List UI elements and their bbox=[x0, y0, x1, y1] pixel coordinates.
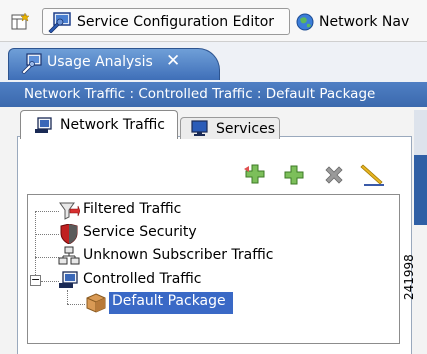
tree-connector bbox=[67, 290, 68, 304]
open-perspective-icon[interactable] bbox=[11, 12, 31, 35]
edit-button[interactable] bbox=[360, 163, 386, 187]
edit-icon bbox=[360, 164, 384, 186]
tree-node-default-package[interactable]: Default Package bbox=[85, 292, 235, 314]
tree-connector bbox=[35, 211, 59, 212]
monitor-icon bbox=[190, 120, 210, 142]
tree-node-service-security[interactable]: Service Security bbox=[58, 223, 218, 245]
tree-node-controlled-traffic[interactable]: Controlled Traffic bbox=[58, 270, 218, 292]
perspective-label: Service Configuration Editor bbox=[77, 13, 275, 30]
collapse-icon: − bbox=[31, 273, 41, 286]
subscriber-network-icon bbox=[58, 246, 80, 265]
tree-connector bbox=[41, 281, 59, 282]
tree-node-label: Filtered Traffic bbox=[83, 201, 182, 217]
tab-network-traffic[interactable]: Network Traffic bbox=[20, 110, 178, 139]
tree-expander-controlled-traffic[interactable]: − bbox=[30, 273, 41, 286]
add-icon bbox=[284, 165, 304, 185]
tree-node-filtered-traffic[interactable]: Filtered Traffic bbox=[58, 200, 218, 222]
figure-id-watermark: 241998 bbox=[402, 254, 416, 300]
tab-services[interactable]: Services bbox=[180, 117, 280, 139]
globe-icon bbox=[295, 12, 315, 32]
tree-node-label: Service Security bbox=[83, 224, 197, 240]
shield-icon bbox=[60, 224, 78, 244]
editor-tab-label: Usage Analysis bbox=[47, 54, 153, 70]
breadcrumb: Network Traffic : Controlled Traffic : D… bbox=[0, 82, 427, 107]
close-icon[interactable]: ✕ bbox=[166, 51, 180, 71]
tab-label: Services bbox=[216, 121, 276, 137]
side-panel-scroll[interactable] bbox=[414, 155, 427, 225]
tab-label: Network Traffic bbox=[60, 117, 165, 133]
tree-node-unknown-subscriber-traffic[interactable]: Unknown Subscriber Traffic bbox=[58, 246, 288, 268]
tree-node-label: Default Package bbox=[112, 293, 226, 309]
delete-button[interactable] bbox=[323, 165, 345, 187]
add-child-icon bbox=[244, 164, 265, 184]
tree-connector bbox=[35, 211, 36, 281]
package-icon bbox=[86, 293, 106, 313]
usage-analysis-icon bbox=[21, 52, 43, 78]
tree-connector bbox=[35, 257, 59, 258]
network-traffic-icon bbox=[34, 117, 54, 139]
tree-node-label: Controlled Traffic bbox=[83, 271, 202, 287]
perspective-network-navigator[interactable]: Network Nav bbox=[293, 8, 427, 35]
tree-connector bbox=[67, 304, 85, 305]
controlled-traffic-icon bbox=[59, 271, 78, 288]
add-button[interactable] bbox=[283, 164, 305, 186]
side-panel-edge bbox=[414, 110, 427, 155]
delete-icon bbox=[325, 166, 343, 184]
config-editor-icon bbox=[47, 11, 73, 34]
add-child-button[interactable] bbox=[243, 163, 267, 185]
tree-connector bbox=[35, 234, 59, 235]
perspective-service-configuration-editor[interactable]: Service Configuration Editor bbox=[42, 8, 290, 35]
tree-node-label: Unknown Subscriber Traffic bbox=[83, 247, 274, 263]
perspective-label: Network Nav bbox=[319, 13, 410, 30]
filter-icon bbox=[59, 202, 80, 220]
